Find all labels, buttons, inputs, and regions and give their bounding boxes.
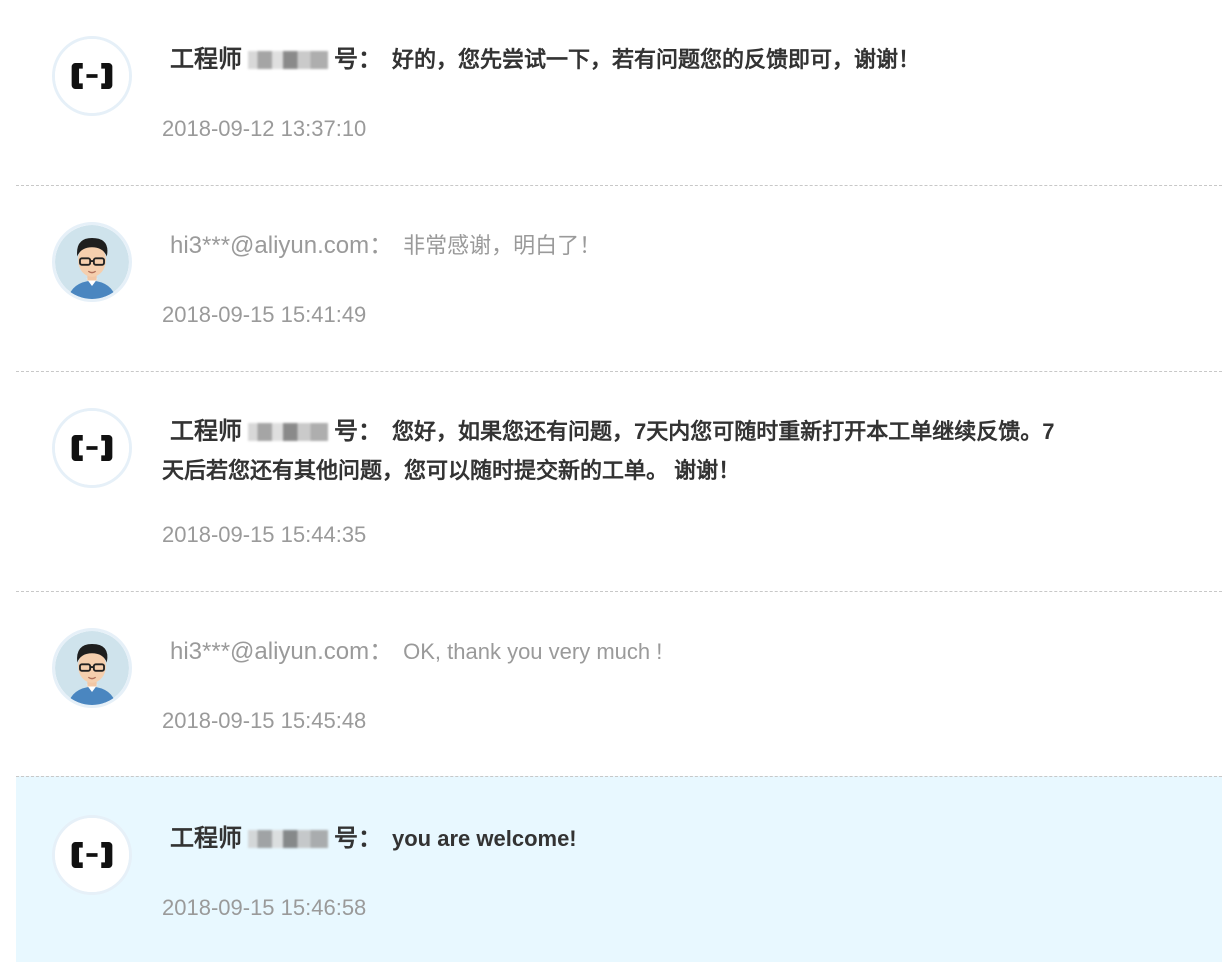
message-timestamp: 2018-09-15 15:46:58 xyxy=(162,895,367,920)
message-item: hi3***@aliyun.com： OK, thank you very muc… xyxy=(16,592,1222,778)
engineer-name: 工程师 号： xyxy=(170,418,382,445)
message-timestamp: 2018-09-15 15:45:48 xyxy=(162,708,367,733)
user-email: hi3***@aliyun.com： xyxy=(170,638,394,665)
message-item: 工程师 号： 您好，如果您还有问题，7天内您可随时重新打开本工单继续反馈。7天后若您… xyxy=(16,372,1222,592)
redacted-number xyxy=(248,830,328,848)
message-item: hi3***@aliyun.com： 非常感谢，明白了！ 2018-09-15 1… xyxy=(16,186,1222,372)
user-email: hi3***@aliyun.com： xyxy=(170,232,394,259)
message-text: you are welcome! xyxy=(392,826,577,851)
message-text: 非常感谢，明白了！ xyxy=(403,233,602,258)
message-timestamp: 2018-09-15 15:44:35 xyxy=(162,522,367,547)
aliyun-logo-icon xyxy=(52,36,132,116)
redacted-number xyxy=(248,51,328,69)
redacted-number xyxy=(248,423,328,441)
engineer-name: 工程师 号： xyxy=(170,46,382,73)
aliyun-logo-icon xyxy=(52,408,132,488)
message-item-latest: 工程师 号： you are welcome! 2018-09-15 15:46:5… xyxy=(16,776,1222,962)
ticket-conversation: 工程师 号： 好的，您先尝试一下，若有问题您的反馈即可，谢谢！ 2018-09-12… xyxy=(0,0,1224,976)
user-avatar xyxy=(52,222,132,302)
user-avatar xyxy=(52,628,132,708)
message-text: 好的，您先尝试一下，若有问题您的反馈即可，谢谢！ xyxy=(392,47,921,72)
message-item: 工程师 号： 好的，您先尝试一下，若有问题您的反馈即可，谢谢！ 2018-09-12… xyxy=(16,0,1222,186)
message-text: OK, thank you very much ! xyxy=(403,639,663,664)
message-timestamp: 2018-09-15 15:41:49 xyxy=(162,302,367,327)
engineer-name: 工程师 号： xyxy=(170,825,382,852)
message-timestamp: 2018-09-12 13:37:10 xyxy=(162,116,367,141)
aliyun-logo-icon xyxy=(52,815,132,895)
